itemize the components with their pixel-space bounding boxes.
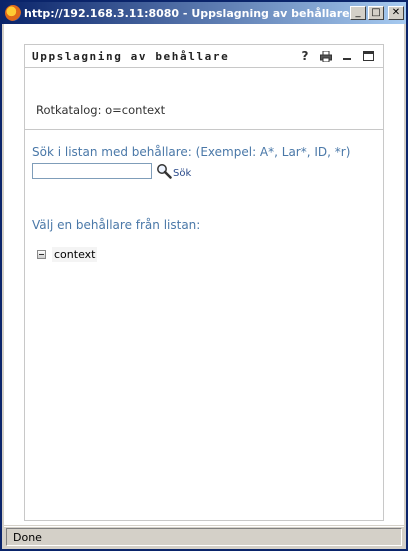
page-content: Uppslagning av behållare ? Rotkatalog: o…: [4, 24, 404, 525]
maximize-window-button[interactable]: □: [368, 6, 384, 20]
search-button-label: Sök: [173, 167, 192, 179]
search-input[interactable]: [32, 163, 152, 179]
minimize-icon[interactable]: [340, 49, 354, 63]
tree-item-label[interactable]: context: [52, 247, 98, 262]
print-icon[interactable]: [319, 49, 333, 63]
title-bar[interactable]: http://192.168.3.11:8080 - Uppslagning a…: [2, 2, 406, 24]
portlet: Uppslagning av behållare ? Rotkatalog: o…: [24, 44, 384, 521]
minimize-window-button[interactable]: _: [350, 6, 366, 20]
search-row: Sök: [32, 163, 191, 179]
browser-window: http://192.168.3.11:8080 - Uppslagning a…: [0, 0, 408, 551]
collapse-icon[interactable]: [37, 250, 46, 259]
choose-container-label: Välj en behållare från listan:: [32, 218, 201, 232]
status-bar: Done: [4, 526, 404, 547]
window-title: http://192.168.3.11:8080 - Uppslagning a…: [24, 6, 350, 20]
search-button[interactable]: Sök: [156, 163, 191, 179]
firefox-icon: [5, 5, 21, 21]
divider: [25, 129, 383, 130]
close-window-button[interactable]: ✕: [388, 6, 404, 20]
status-text: Done: [6, 528, 402, 546]
help-icon[interactable]: ?: [298, 49, 312, 63]
search-icon: [157, 164, 172, 179]
tree-item[interactable]: context: [37, 247, 98, 262]
root-directory: Rotkatalog: o=context: [36, 103, 166, 117]
maximize-icon[interactable]: [361, 49, 375, 63]
portlet-header: Uppslagning av behållare ?: [25, 45, 383, 68]
search-label: Sök i listan med behållare: (Exempel: A*…: [32, 145, 351, 159]
portlet-title: Uppslagning av behållare: [32, 49, 230, 63]
